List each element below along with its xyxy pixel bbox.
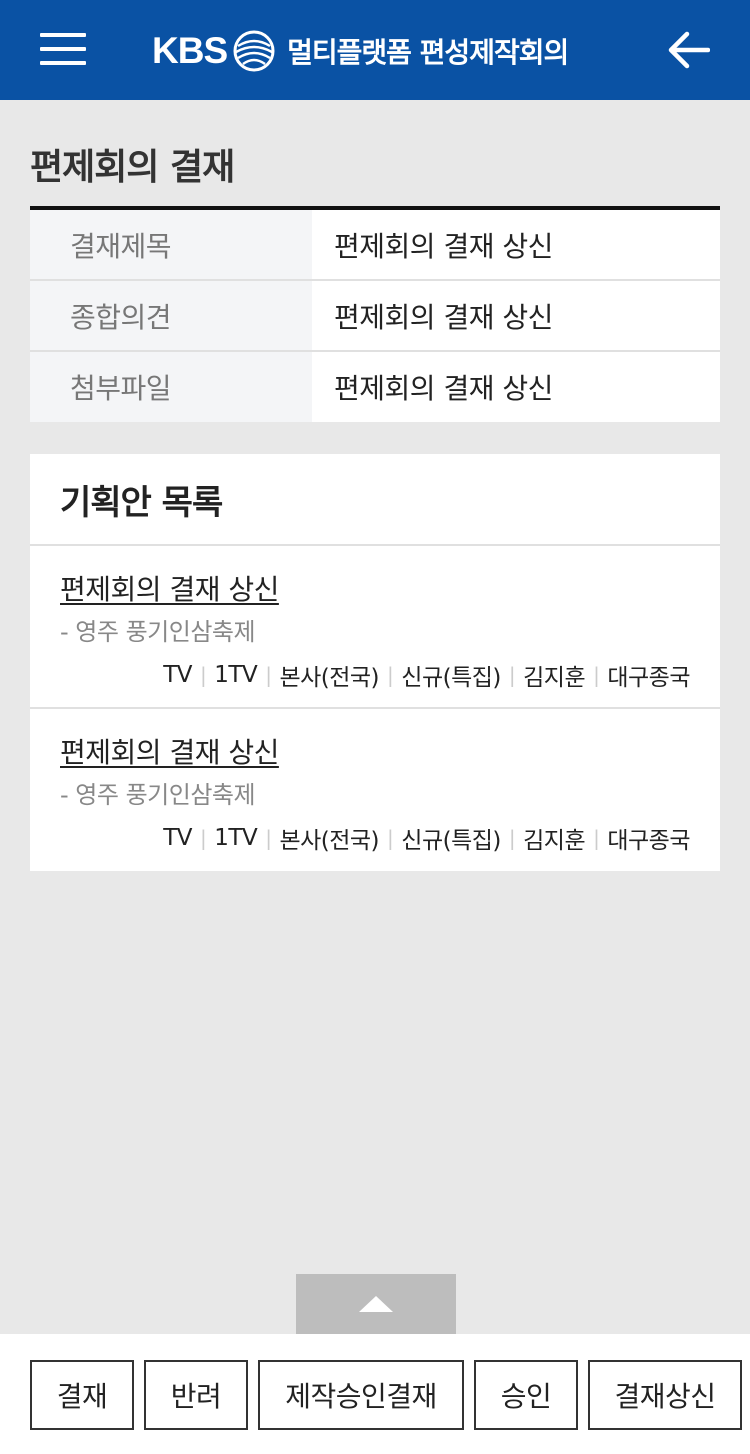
plan-title-link[interactable]: 편제회의 결재 상신	[60, 731, 279, 771]
meta-station: 본사(전국)	[279, 665, 380, 691]
plan-meta: TV | 1TV | 본사(전국) | 신규(특집) | 김지훈 | 대구종국	[163, 821, 690, 855]
info-label: 종합의견	[30, 281, 312, 350]
app-header: KBS 멀티플랫폼 편성제작회의	[0, 0, 750, 100]
meta-channel: 1TV	[214, 662, 258, 688]
info-value: 편제회의 결재 상신	[334, 229, 553, 263]
info-value: 편제회의 결재 상신	[334, 300, 553, 334]
kbs-logo-text: KBS	[152, 30, 228, 71]
plan-subtitle: - 영주 풍기인삼축제	[60, 781, 256, 809]
info-row-attachment: 첨부파일 편제회의 결재 상신	[30, 352, 720, 422]
meta-department: 대구종국	[607, 665, 690, 691]
approval-info-table: 결재제목 편제회의 결재 상신 종합의견 편제회의 결재 상신 첨부파일 편제회…	[30, 206, 720, 422]
accept-button[interactable]: 승인	[474, 1360, 578, 1430]
meta-media: TV	[163, 662, 193, 688]
plan-list: 기획안 목록 편제회의 결재 상신 - 영주 풍기인삼축제 TV | 1TV | 본…	[30, 454, 720, 871]
meta-channel: 1TV	[214, 825, 258, 851]
info-label: 결재제목	[30, 210, 312, 279]
info-row-title: 결재제목 편제회의 결재 상신	[30, 210, 720, 281]
page-title: 편제회의 결재	[30, 147, 235, 188]
info-label: 첨부파일	[30, 352, 312, 422]
list-item: 편제회의 결재 상신 - 영주 풍기인삼축제 TV | 1TV | 본사(전국) | …	[30, 709, 720, 871]
list-item: 편제회의 결재 상신 - 영주 풍기인삼축제 TV | 1TV | 본사(전국) | …	[30, 546, 720, 709]
submit-approval-button[interactable]: 결재상신	[588, 1360, 742, 1430]
plan-list-heading: 기획안 목록	[30, 454, 720, 546]
approve-button[interactable]: 결재	[30, 1360, 134, 1430]
scroll-top-button[interactable]	[296, 1274, 456, 1334]
back-arrow-icon[interactable]	[666, 30, 710, 70]
plan-meta: TV | 1TV | 본사(전국) | 신규(특집) | 김지훈 | 대구종국	[163, 658, 690, 692]
meta-department: 대구종국	[607, 828, 690, 854]
meta-author: 김지훈	[523, 828, 586, 854]
caret-up-icon	[359, 1296, 393, 1312]
reject-button[interactable]: 반려	[144, 1360, 248, 1430]
info-value: 편제회의 결재 상신	[334, 372, 553, 405]
bottom-action-bar: 결재 반려 제작승인결재 승인 결재상신	[0, 1334, 750, 1454]
meta-type: 신규(특집)	[401, 665, 501, 691]
meta-author: 김지훈	[523, 665, 586, 691]
plan-title-link[interactable]: 편제회의 결재 상신	[60, 568, 279, 608]
meta-type: 신규(특집)	[401, 828, 501, 854]
production-approve-button[interactable]: 제작승인결재	[258, 1360, 464, 1430]
meta-media: TV	[163, 825, 193, 851]
app-title: 멀티플랫폼 편성제작회의	[287, 36, 569, 69]
hamburger-menu-icon[interactable]	[40, 33, 86, 67]
meta-station: 본사(전국)	[279, 828, 380, 854]
brand: KBS 멀티플랫폼 편성제작회의	[152, 28, 569, 74]
kbs-globe-icon	[233, 30, 275, 72]
plan-subtitle: - 영주 풍기인삼축제	[60, 618, 256, 646]
info-row-opinion: 종합의견 편제회의 결재 상신	[30, 281, 720, 352]
